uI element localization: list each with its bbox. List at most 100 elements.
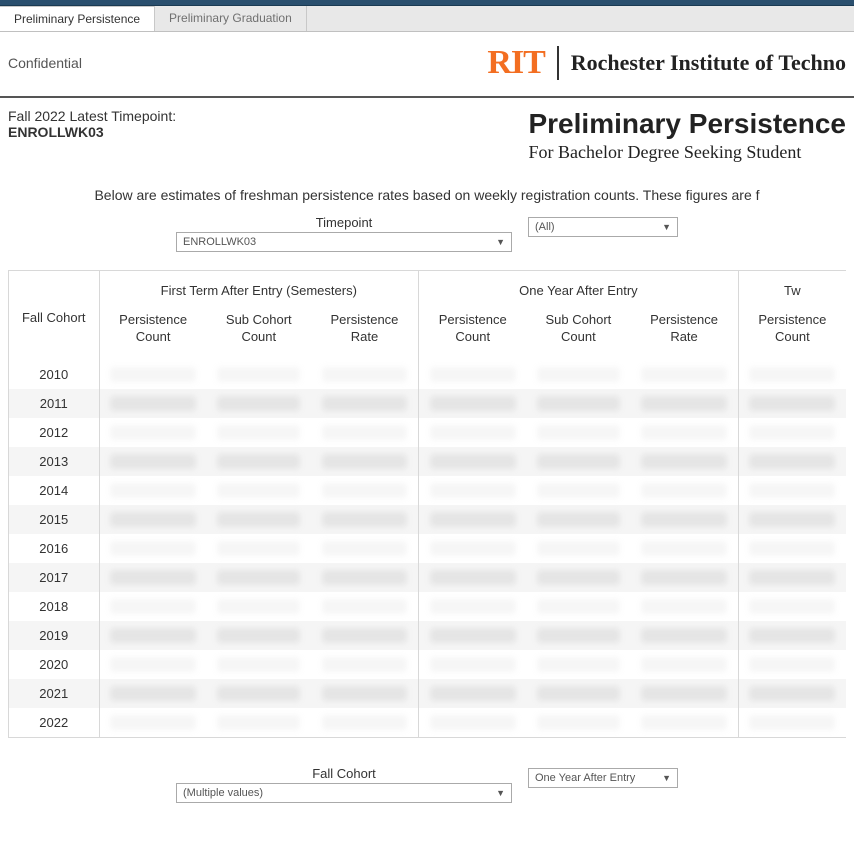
col-sc2: Sub CohortCount xyxy=(526,306,630,360)
data-cell xyxy=(738,679,846,708)
data-cell xyxy=(630,621,738,650)
year-cell: 2017 xyxy=(9,563,99,592)
data-cell xyxy=(207,360,311,389)
data-cell xyxy=(630,505,738,534)
data-cell xyxy=(311,592,419,621)
header-row: Confidential RIT Rochester Institute of … xyxy=(0,32,854,90)
data-cell xyxy=(526,563,630,592)
data-cell xyxy=(738,505,846,534)
data-cell xyxy=(99,708,207,737)
chevron-down-icon: ▼ xyxy=(496,788,505,798)
chevron-down-icon: ▼ xyxy=(496,237,505,247)
data-cell xyxy=(311,650,419,679)
fallcohort-dropdown[interactable]: (Multiple values) ▼ xyxy=(176,783,512,803)
other-dropdown-value: (All) xyxy=(535,221,555,233)
data-cell xyxy=(207,534,311,563)
data-cell xyxy=(738,447,846,476)
data-cell xyxy=(738,563,846,592)
data-cell xyxy=(207,476,311,505)
data-cell xyxy=(419,563,527,592)
data-cell xyxy=(630,563,738,592)
data-cell xyxy=(526,389,630,418)
data-cell xyxy=(419,650,527,679)
fall-cohort-header: Fall Cohort xyxy=(9,271,99,360)
table-row: 2012 xyxy=(9,418,846,447)
data-cell xyxy=(738,418,846,447)
rit-logo: RIT xyxy=(487,44,544,82)
year-cell: 2014 xyxy=(9,476,99,505)
data-cell xyxy=(738,650,846,679)
rit-full-name: Rochester Institute of Techno xyxy=(571,50,846,76)
filter-other-group: (All) ▼ xyxy=(528,215,678,252)
table-row: 2010 xyxy=(9,360,846,389)
chevron-down-icon: ▼ xyxy=(662,222,671,232)
description-text: Below are estimates of freshman persiste… xyxy=(0,187,854,203)
top-filter-row: Timepoint ENROLLWK03 ▼ (All) ▼ xyxy=(0,215,854,252)
table-row: 2019 xyxy=(9,621,846,650)
data-cell xyxy=(311,534,419,563)
year-cell: 2013 xyxy=(9,447,99,476)
year-cell: 2012 xyxy=(9,418,99,447)
timepoint-meta: Fall 2022 Latest Timepoint: ENROLLWK03 xyxy=(8,108,176,163)
table-row: 2011 xyxy=(9,389,846,418)
year-cell: 2019 xyxy=(9,621,99,650)
data-cell xyxy=(419,389,527,418)
data-cell xyxy=(738,592,846,621)
title-block: Preliminary Persistence For Bachelor Deg… xyxy=(528,108,846,163)
data-table-wrap: Fall Cohort First Term After Entry (Seme… xyxy=(8,270,846,738)
year-cell: 2011 xyxy=(9,389,99,418)
group-one-year: One Year After Entry xyxy=(419,271,739,306)
table-row: 2013 xyxy=(9,447,846,476)
data-cell xyxy=(311,389,419,418)
col-pc1: PersistenceCount xyxy=(99,306,207,360)
data-cell xyxy=(526,534,630,563)
data-cell xyxy=(419,708,527,737)
data-cell xyxy=(99,360,207,389)
year-cell: 2015 xyxy=(9,505,99,534)
col-pr1: PersistenceRate xyxy=(311,306,419,360)
data-cell xyxy=(630,534,738,563)
data-cell xyxy=(419,621,527,650)
other-dropdown[interactable]: (All) ▼ xyxy=(528,217,678,237)
persistence-table: Fall Cohort First Term After Entry (Seme… xyxy=(9,271,846,737)
filter-fallcohort-group: Fall Cohort (Multiple values) ▼ xyxy=(176,766,512,803)
logo-block: RIT Rochester Institute of Techno xyxy=(487,44,846,82)
data-cell xyxy=(419,592,527,621)
data-cell xyxy=(207,563,311,592)
data-cell xyxy=(207,708,311,737)
col-sc1: Sub CohortCount xyxy=(207,306,311,360)
data-cell xyxy=(419,679,527,708)
data-cell xyxy=(526,476,630,505)
tab-graduation[interactable]: Preliminary Graduation xyxy=(155,6,307,31)
data-cell xyxy=(526,592,630,621)
data-cell xyxy=(738,534,846,563)
data-cell xyxy=(311,360,419,389)
year-cell: 2010 xyxy=(9,360,99,389)
table-row: 2018 xyxy=(9,592,846,621)
filter-fallcohort-label: Fall Cohort xyxy=(312,766,376,781)
data-cell xyxy=(738,389,846,418)
data-cell xyxy=(311,447,419,476)
data-cell xyxy=(419,534,527,563)
table-row: 2015 xyxy=(9,505,846,534)
data-cell xyxy=(630,418,738,447)
data-cell xyxy=(526,505,630,534)
data-cell xyxy=(207,650,311,679)
period-dropdown[interactable]: One Year After Entry ▼ xyxy=(528,768,678,788)
period-dropdown-value: One Year After Entry xyxy=(535,772,635,784)
tab-persistence[interactable]: Preliminary Persistence xyxy=(0,6,155,31)
data-cell xyxy=(526,447,630,476)
data-cell xyxy=(311,621,419,650)
timepoint-dropdown[interactable]: ENROLLWK03 ▼ xyxy=(176,232,512,252)
data-cell xyxy=(311,708,419,737)
table-col-headers: PersistenceCount Sub CohortCount Persist… xyxy=(9,306,846,360)
data-cell xyxy=(99,389,207,418)
bottom-filter-row: Fall Cohort (Multiple values) ▼ One Year… xyxy=(0,766,854,803)
table-row: 2017 xyxy=(9,563,846,592)
data-cell xyxy=(207,418,311,447)
data-cell xyxy=(630,447,738,476)
data-cell xyxy=(207,505,311,534)
chevron-down-icon: ▼ xyxy=(662,773,671,783)
fallcohort-dropdown-value: (Multiple values) xyxy=(183,787,263,799)
table-row: 2014 xyxy=(9,476,846,505)
